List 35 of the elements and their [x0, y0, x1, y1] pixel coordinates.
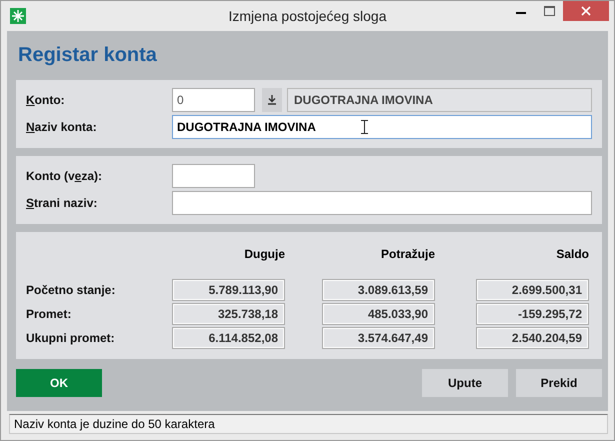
column-header: Saldo: [555, 247, 589, 261]
status-bar: Naziv konta je duzine do 50 karaktera: [9, 414, 608, 434]
amount-field: 2.699.500,31: [476, 279, 589, 301]
window-title: Izmjena postojećeg sloga: [228, 8, 388, 24]
row-label: Ukupni promet:: [26, 331, 116, 345]
row-label: Početno stanje:: [26, 283, 116, 297]
input-field[interactable]: [172, 191, 592, 215]
form-heading: Registar konta: [17, 43, 158, 68]
text-cursor-icon: [360, 120, 368, 134]
field-label: Naziv konta:: [26, 120, 98, 134]
close-icon: [581, 6, 591, 16]
amount-field: 325.738,18: [172, 303, 285, 325]
input-field[interactable]: [172, 164, 255, 188]
column-header: Potražuje: [380, 247, 435, 261]
ok-button[interactable]: OK: [16, 369, 102, 397]
row-label: Promet:: [26, 307, 72, 321]
input-field[interactable]: DUGOTRAJNA IMOVINA: [172, 115, 592, 139]
amount-field: 2.540.204,59: [476, 327, 589, 349]
readonly-field: DUGOTRAJNA IMOVINA: [287, 88, 592, 112]
amount-field: 5.789.113,90: [172, 279, 285, 301]
column-header: Duguje: [243, 247, 285, 261]
field-label: Strani naziv:: [26, 196, 98, 210]
input-field[interactable]: 0: [172, 88, 255, 112]
amount-field: 3.089.613,59: [322, 279, 435, 301]
amount-field: 485.033,90: [322, 303, 435, 325]
app-icon: [10, 8, 26, 24]
close-button[interactable]: [563, 1, 609, 21]
field-label: Konto:: [26, 93, 66, 107]
amount-field: 3.574.647,49: [322, 327, 435, 349]
dialog-button[interactable]: Upute: [422, 369, 508, 397]
dialog-button[interactable]: Prekid: [516, 369, 602, 397]
amount-field: -159.295,72: [476, 303, 589, 325]
field-label: Konto (veza):: [26, 169, 104, 183]
download-icon[interactable]: [262, 88, 282, 112]
amount-field: 6.114.852,08: [172, 327, 285, 349]
